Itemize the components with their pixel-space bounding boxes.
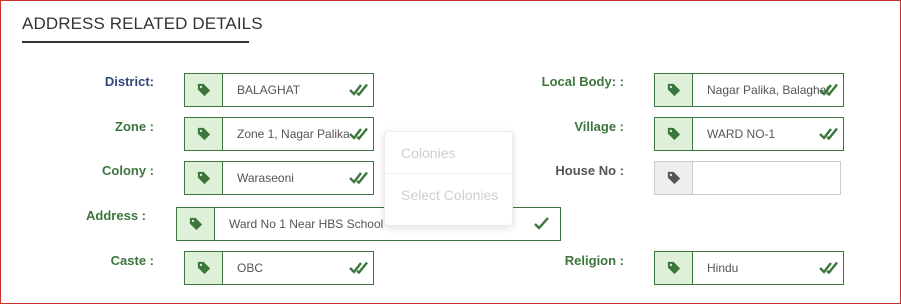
section-title: ADDRESS RELATED DETAILS — [22, 14, 263, 33]
dropdown-option[interactable]: Select Colonies — [385, 174, 512, 215]
local-body-label: Local Body: : — [541, 74, 624, 89]
religion-label: Religion : — [564, 253, 624, 268]
double-check-icon — [349, 83, 368, 97]
double-check-icon — [349, 171, 368, 185]
village-select[interactable]: WARD NO-1 — [654, 117, 844, 151]
tag-icon — [185, 118, 223, 150]
caste-label: Caste : — [110, 253, 154, 268]
zone-label: Zone : — [115, 119, 154, 134]
dropdown-option[interactable]: Colonies — [385, 132, 512, 173]
colony-label: Colony : — [102, 163, 154, 178]
double-check-icon — [819, 83, 838, 97]
religion-select[interactable]: Hindu — [654, 251, 844, 285]
check-icon — [534, 217, 549, 230]
double-check-icon — [819, 127, 838, 141]
address-label: Address : — [86, 208, 146, 223]
caste-select[interactable]: OBC — [184, 251, 374, 285]
address-details-panel: ADDRESS RELATED DETAILS District: BALAGH… — [0, 0, 901, 304]
tag-icon — [177, 208, 215, 240]
district-label: District: — [104, 74, 154, 89]
double-check-icon — [349, 127, 368, 141]
district-select[interactable]: BALAGHAT — [184, 73, 374, 107]
double-check-icon — [819, 261, 838, 275]
double-check-icon — [349, 261, 368, 275]
tag-icon — [185, 162, 223, 194]
local-body-select[interactable]: Nagar Palika, Balaghat — [654, 73, 844, 107]
house-no-field[interactable] — [654, 161, 841, 195]
zone-select[interactable]: Zone 1, Nagar Palika — [184, 117, 374, 151]
tag-icon — [185, 252, 223, 284]
colony-select[interactable]: Waraseoni — [184, 161, 374, 195]
colony-dropdown-menu: Colonies Select Colonies — [384, 131, 513, 226]
house-no-input[interactable] — [693, 162, 840, 194]
tag-icon — [655, 162, 693, 194]
section-title-underline — [22, 41, 249, 43]
tag-icon — [655, 252, 693, 284]
tag-icon — [185, 74, 223, 106]
tag-icon — [655, 118, 693, 150]
tag-icon — [655, 74, 693, 106]
